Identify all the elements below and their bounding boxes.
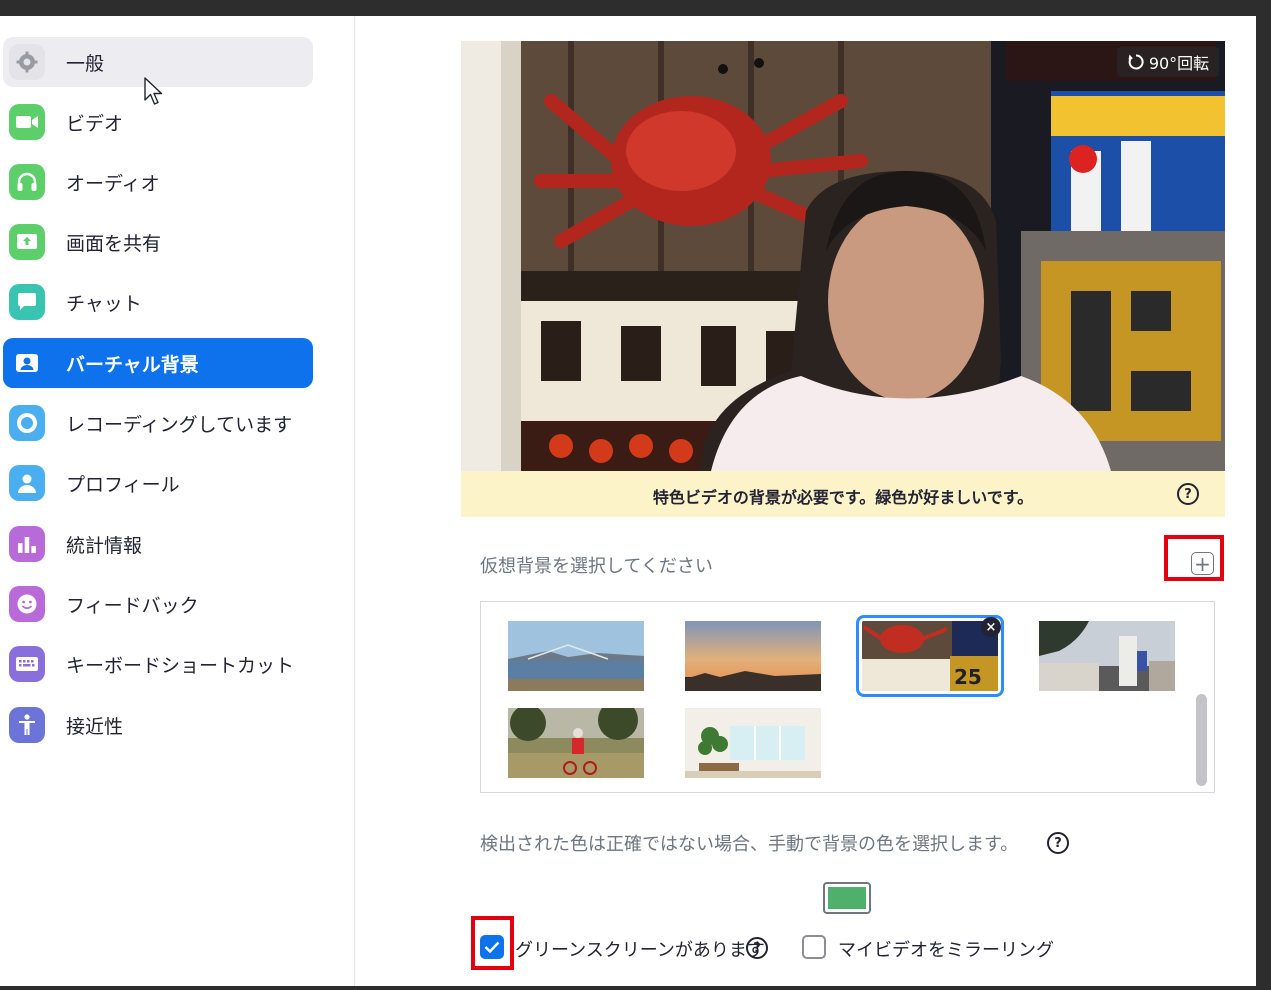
background-thumbnail-bridge[interactable] xyxy=(508,621,644,691)
person-card-icon xyxy=(9,345,45,381)
sidebar-item-label: レコーディングしています xyxy=(66,413,293,436)
sidebar-item-label: フィードバック xyxy=(66,594,199,617)
chat-icon xyxy=(9,284,45,320)
sidebar-item-label: 統計情報 xyxy=(66,534,143,557)
share-screen-icon xyxy=(9,224,45,260)
color-detect-text: 検出された色は正確ではない場合、手動で背景の色を選択します。 xyxy=(480,834,1019,855)
svg-text:25: 25 xyxy=(954,665,982,689)
sidebar-item-label: 接近性 xyxy=(66,715,124,738)
sidebar-item-statistics[interactable]: 統計情報 xyxy=(3,519,313,569)
sidebar-item-chat[interactable]: チャット xyxy=(3,277,313,327)
stats-icon xyxy=(9,526,45,562)
window-bottom-border xyxy=(0,986,1271,990)
notice-text: 特色ビデオの背景が必要です。緑色が好ましいです。 xyxy=(652,488,1034,507)
camera-preview xyxy=(461,41,1225,471)
window-right-border xyxy=(1256,16,1271,990)
sidebar-item-share-screen[interactable]: 画面を共有 xyxy=(3,217,313,267)
smile-icon xyxy=(9,586,45,622)
accessibility-icon xyxy=(9,707,45,743)
sidebar-item-keyboard-shortcuts[interactable]: キーボードショートカット xyxy=(3,639,313,689)
sidebar-item-label: プロフィール xyxy=(66,473,180,496)
annotation-highlight-box xyxy=(1164,535,1224,581)
sidebar-item-label: オーディオ xyxy=(66,172,160,195)
sidebar-item-label: 一般 xyxy=(66,52,105,75)
gallery-scrollbar-thumb[interactable] xyxy=(1196,694,1207,786)
profile-icon xyxy=(9,465,45,501)
delete-background-button[interactable]: × xyxy=(981,617,1001,637)
background-thumbnail-room[interactable] xyxy=(685,708,821,778)
sidebar-item-label: 画面を共有 xyxy=(66,232,162,255)
rotate-90-button[interactable]: 90°回転 xyxy=(1117,47,1219,77)
background-color-picker[interactable] xyxy=(823,882,871,914)
settings-sidebar: 一般 ビデオ オーディオ 画面を共有 チャット バーチャル背景 レコーディングし… xyxy=(0,16,355,986)
window-top-border xyxy=(0,0,1271,16)
sidebar-item-label: キーボードショートカット xyxy=(66,654,295,677)
close-icon: × xyxy=(985,619,997,635)
gear-icon xyxy=(9,44,45,80)
color-swatch-fill xyxy=(828,887,866,909)
sidebar-item-accessibility[interactable]: 接近性 xyxy=(3,700,313,750)
help-icon[interactable]: ? xyxy=(1047,832,1069,854)
sidebar-item-audio[interactable]: オーディオ xyxy=(3,157,313,207)
keyboard-icon xyxy=(9,646,45,682)
preview-video-image xyxy=(461,41,1225,471)
background-thumbnail-sunset[interactable] xyxy=(685,621,821,691)
headphones-icon xyxy=(9,164,45,200)
record-icon xyxy=(9,405,45,441)
sidebar-item-label: バーチャル背景 xyxy=(66,353,199,376)
rotate-icon xyxy=(1128,54,1144,70)
green-screen-notice: 特色ビデオの背景が必要です。緑色が好ましいです。 ? xyxy=(461,471,1225,517)
background-thumbnail-dotonbori[interactable]: 25 xyxy=(856,615,1004,697)
background-thumbnail-child-bike[interactable] xyxy=(508,708,644,778)
sidebar-item-label: チャット xyxy=(66,292,142,315)
sidebar-item-recording[interactable]: レコーディングしています xyxy=(3,398,313,448)
help-icon[interactable]: ? xyxy=(1177,483,1199,505)
sidebar-item-label: ビデオ xyxy=(66,112,124,135)
green-screen-label: グリーンスクリーンがあります xyxy=(515,940,765,961)
rotate-label: 90°回転 xyxy=(1148,54,1210,73)
mouse-cursor-icon xyxy=(144,77,163,105)
sidebar-item-feedback[interactable]: フィードバック xyxy=(3,579,313,629)
annotation-highlight-box xyxy=(471,916,514,970)
video-camera-icon xyxy=(9,104,45,140)
mirror-video-checkbox[interactable] xyxy=(802,935,826,959)
sidebar-item-profile[interactable]: プロフィール xyxy=(3,458,313,508)
choose-background-label: 仮想背景を選択してください xyxy=(480,556,713,577)
help-icon[interactable]: ? xyxy=(746,937,768,959)
background-thumbnail-gundam[interactable] xyxy=(1039,621,1175,691)
mirror-video-label: マイビデオをミラーリング xyxy=(838,940,1054,961)
sidebar-item-virtual-background[interactable]: バーチャル背景 xyxy=(3,338,313,388)
